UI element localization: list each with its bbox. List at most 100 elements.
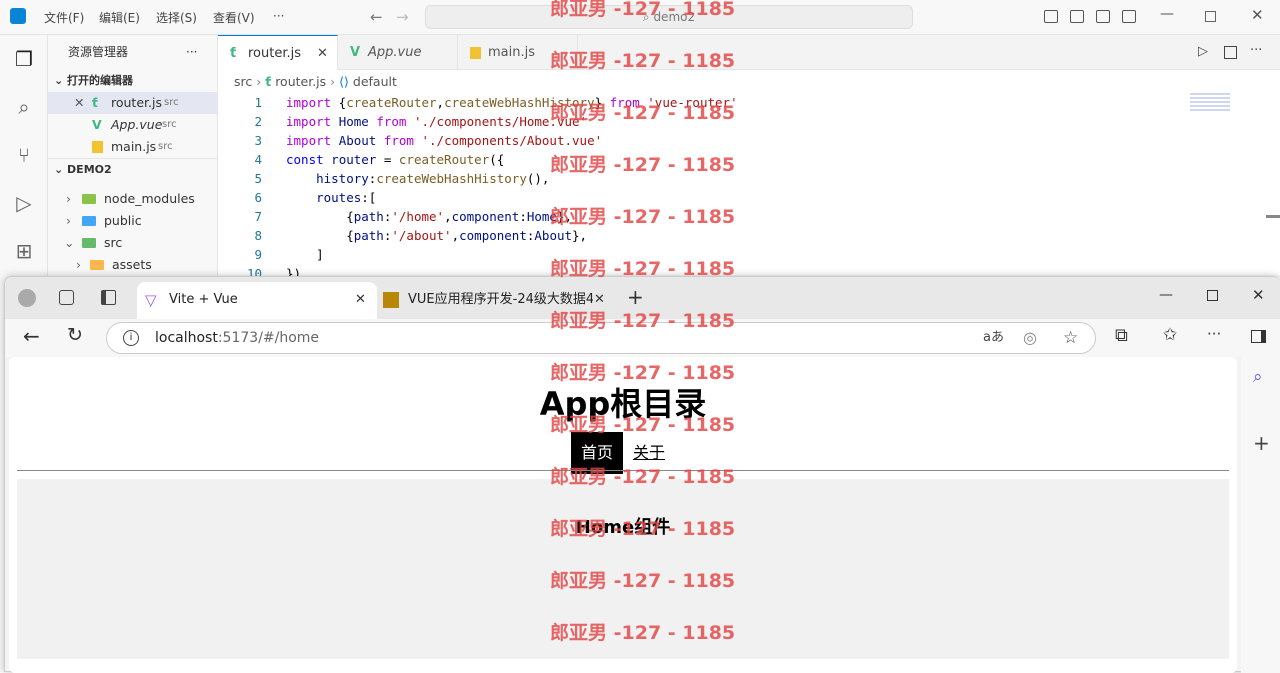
forward-arrow-icon[interactable]: → — [396, 8, 409, 26]
menu-selection[interactable]: 选择(S) — [156, 9, 197, 26]
tab-label: main.js — [488, 45, 535, 60]
tab-label: App.vue — [368, 45, 422, 60]
tree-item-src[interactable]: ⌄ src — [48, 232, 218, 254]
open-editor-name: App.vue — [111, 117, 163, 132]
more-actions-icon[interactable]: ··· — [186, 41, 197, 63]
new-tab-icon[interactable]: + — [627, 285, 644, 309]
close-editor-icon[interactable]: ✕ — [74, 92, 84, 114]
code-text: ] — [286, 247, 324, 262]
run-debug-icon[interactable]: ▷ — [12, 191, 36, 215]
run-icon[interactable]: ▷ — [1198, 44, 1208, 59]
open-editor-main[interactable]: main.js src — [48, 136, 218, 158]
address-input[interactable]: i localhost:5173/#/home aあ ◎ ☆ — [106, 322, 1096, 354]
back-arrow-icon[interactable]: ← — [23, 324, 40, 348]
explorer-title-text: 资源管理器 — [68, 45, 129, 59]
code-line[interactable]: 7 {path:'/home',component:Home}, — [218, 207, 1218, 226]
code-line[interactable]: 2 import Home from './components/Home.vue… — [218, 112, 1218, 131]
toggle-sidebar-icon[interactable] — [1044, 10, 1058, 23]
close-tab-icon[interactable]: ✕ — [317, 36, 328, 71]
tree-item-public[interactable]: › public — [48, 210, 218, 232]
project-section[interactable]: ⌄ DEMO2 — [48, 158, 218, 180]
close-icon[interactable]: ✕ — [1252, 286, 1265, 304]
tree-item-label: node_modules — [104, 191, 195, 206]
code-line[interactable]: 9 ] — [218, 245, 1218, 264]
router-file-icon: ƭ — [265, 74, 272, 89]
profile-icon[interactable] — [18, 289, 36, 307]
extensions-icon[interactable]: ⊞ — [12, 239, 36, 263]
close-tab-icon[interactable]: ✕ — [594, 282, 605, 318]
menu-edit[interactable]: 编辑(E) — [99, 9, 140, 26]
menu-more[interactable]: ··· — [273, 9, 284, 23]
code-text: import {createRouter,createWebHashHistor… — [286, 95, 738, 110]
line-number: 6 — [254, 190, 262, 205]
nav-link-home[interactable]: 首页 — [571, 432, 623, 474]
workspaces-icon[interactable] — [59, 290, 74, 305]
browser-tab-course[interactable]: VUE应用程序开发-24级大数据4班 ✕ — [377, 282, 615, 319]
editor-tabs: ƭ router.js ✕ V App.vue main.js ▷ ··· — [218, 35, 1280, 70]
close-icon[interactable]: ✕ — [1251, 6, 1264, 24]
chevron-right-icon: › — [76, 257, 81, 272]
explorer-icon[interactable]: ❐ — [12, 47, 36, 71]
explorer-title: 资源管理器 ··· — [48, 41, 218, 63]
favorite-star-icon[interactable]: ☆ — [1063, 323, 1078, 353]
command-center[interactable]: ⌕ demo2 — [425, 5, 913, 29]
menu-file[interactable]: 文件(F) — [44, 9, 84, 26]
more-actions-icon[interactable]: ··· — [1207, 325, 1221, 343]
toggle-secondary-sidebar-icon[interactable] — [1096, 10, 1110, 23]
favorites-icon[interactable]: ✩ — [1163, 325, 1177, 345]
customize-layout-icon[interactable] — [1122, 10, 1136, 23]
code-line[interactable]: 4 const router = createRouter({ — [218, 150, 1218, 169]
title-bar: 文件(F) 编辑(E) 选择(S) 查看(V) ··· ← → ⌕ demo2 … — [0, 0, 1280, 35]
code-line[interactable]: 5 history:createWebHashHistory(), — [218, 169, 1218, 188]
open-editor-router[interactable]: ✕ ƭ router.js src — [48, 92, 218, 114]
command-center-label: demo2 — [653, 10, 696, 24]
edge-copilot-icon[interactable]: ◎ — [1023, 323, 1037, 353]
open-editor-app[interactable]: V App.vue src — [48, 114, 218, 136]
code-line[interactable]: 1 import {createRouter,createWebHashHisto… — [218, 93, 1218, 112]
split-editor-icon[interactable] — [1224, 46, 1237, 59]
breadcrumb-symbol[interactable]: default — [353, 74, 397, 89]
search-icon[interactable]: ⌕ — [1253, 367, 1263, 387]
restore-icon[interactable] — [1205, 11, 1216, 22]
extensions-icon[interactable]: ⧉ — [1115, 325, 1128, 346]
add-icon[interactable]: + — [1253, 431, 1270, 455]
search-icon[interactable]: ⌕ — [12, 95, 36, 119]
open-editor-name: router.js — [111, 95, 162, 110]
browser-tab-vite[interactable]: ▽ Vite + Vue ✕ — [137, 282, 377, 319]
scrollbar[interactable] — [1266, 215, 1280, 218]
minimize-icon[interactable]: — — [1160, 6, 1174, 22]
open-editors-section[interactable]: ⌄ 打开的编辑器 — [48, 70, 218, 92]
back-arrow-icon[interactable]: ← — [370, 8, 383, 26]
tree-item-node-modules[interactable]: › node_modules — [48, 188, 218, 210]
vertical-tabs-icon[interactable] — [101, 290, 116, 305]
site-info-icon[interactable]: i — [123, 330, 139, 346]
sidebar-toggle-icon[interactable] — [1251, 330, 1266, 343]
tab-app-vue[interactable]: V App.vue — [338, 35, 458, 70]
tab-router-js[interactable]: ƭ router.js ✕ — [218, 35, 338, 70]
router-file-icon: ƭ — [230, 46, 237, 61]
nav-link-about[interactable]: 关于 — [629, 432, 669, 474]
refresh-icon[interactable]: ↻ — [67, 324, 83, 346]
code-text: {path:'/home',component:Home}, — [286, 209, 573, 224]
code-line[interactable]: 3 import About from './components/About.v… — [218, 131, 1218, 150]
maximize-icon[interactable] — [1207, 290, 1218, 301]
toggle-panel-icon[interactable] — [1070, 10, 1084, 23]
read-aloud-icon[interactable]: aあ — [983, 323, 1004, 353]
line-number: 2 — [254, 114, 262, 129]
code-line[interactable]: 6 routes:[ — [218, 188, 1218, 207]
breadcrumb-file[interactable]: router.js — [275, 74, 326, 89]
folder-icon — [90, 260, 104, 270]
menu-view[interactable]: 查看(V) — [213, 9, 255, 26]
close-tab-icon[interactable]: ✕ — [355, 282, 366, 318]
breadcrumb-folder[interactable]: src — [234, 74, 252, 89]
more-actions-icon[interactable]: ··· — [1250, 43, 1262, 58]
folder-icon — [82, 238, 96, 248]
source-control-icon[interactable]: ⑂ — [12, 143, 36, 167]
code-line[interactable]: 8 {path:'/about',component:About}, — [218, 226, 1218, 245]
line-number: 3 — [254, 133, 262, 148]
tree-item-assets[interactable]: › assets — [48, 254, 218, 276]
minimize-icon[interactable]: — — [1159, 287, 1173, 303]
tab-main-js[interactable]: main.js — [458, 35, 578, 70]
vue-file-icon: V — [92, 117, 102, 132]
page-heading: App根目录 — [539, 385, 707, 423]
